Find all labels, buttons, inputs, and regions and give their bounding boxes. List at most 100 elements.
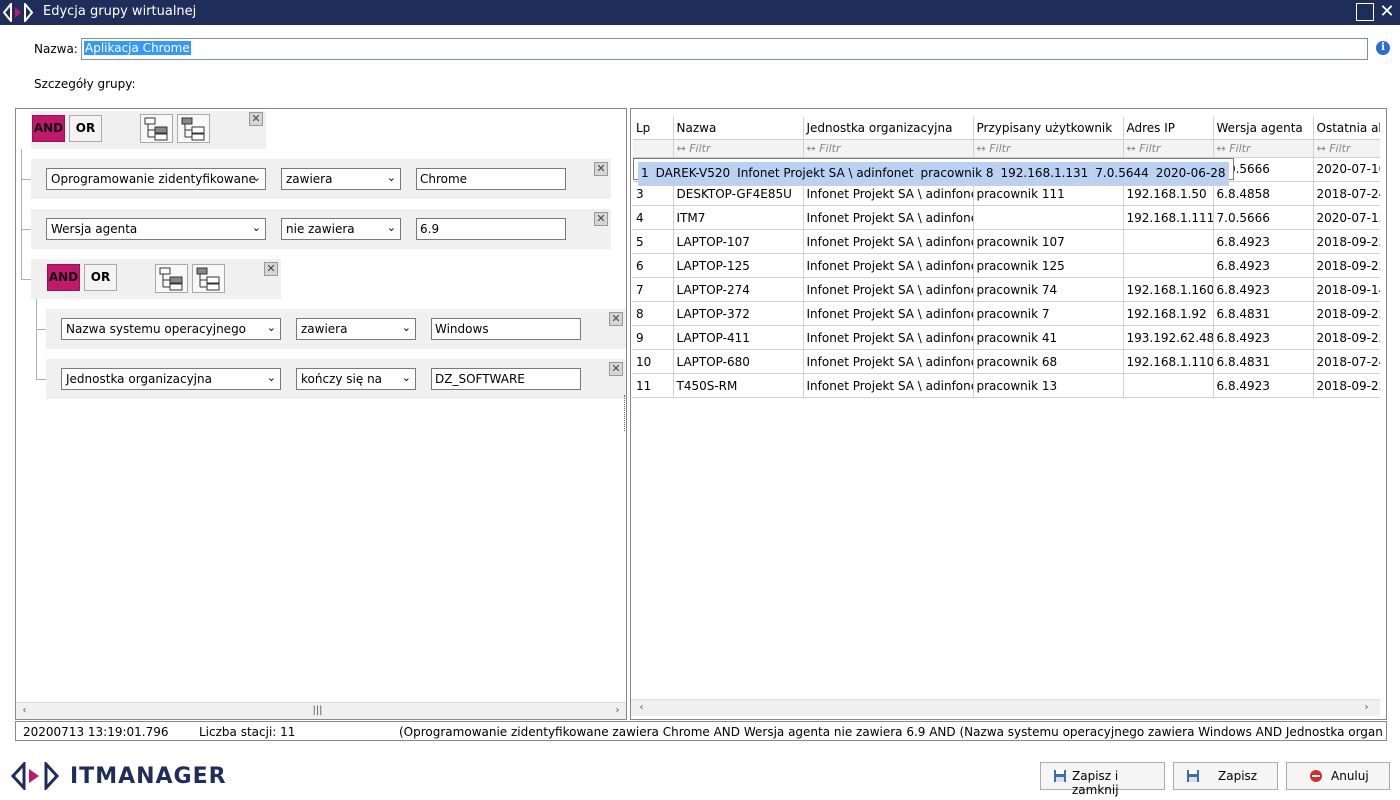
add-group-icon[interactable] (177, 114, 210, 143)
table-cell: 2018-09-14 (1313, 277, 1380, 302)
stations-grid-panel: Lp Nazwa Jednostka organizacyjna Przypisany… (630, 108, 1387, 720)
value-input[interactable]: Chrome (416, 168, 566, 190)
table-cell: 11 (633, 373, 674, 398)
chevron-down-icon: ⌄ (386, 171, 396, 184)
operator-select[interactable]: zawiera ⌄ (296, 318, 416, 340)
table-row[interactable]: 11 T450S-RM Infonet Projekt SA \ adinfonet… (633, 373, 1380, 398)
table-cell: 2020-07-13 (1313, 205, 1380, 230)
value-input[interactable]: 6.9 (416, 218, 566, 240)
column-header[interactable]: Lp (633, 117, 674, 140)
operator-select[interactable]: kończy się na ⌄ (296, 368, 416, 390)
operator-select-value: zawiera (301, 322, 348, 336)
table-row[interactable]: 1 DAREK-V520 Infonet Projekt SA \ adinfone… (633, 157, 1235, 186)
scroll-left-icon[interactable]: ‹ (633, 700, 650, 717)
field-select[interactable]: Nazwa systemu operacyjnego ⌄ (61, 318, 281, 340)
name-input-value: Aplikacja Chrome (84, 41, 191, 55)
grid-horizontal-scrollbar[interactable]: ‹ › (631, 699, 1380, 716)
table-row[interactable]: 9 LAPTOP-411 Infonet Projekt SA \ adinfone… (633, 325, 1380, 350)
table-row[interactable]: 10 LAPTOP-680 Infonet Projekt SA \ adinfon… (633, 349, 1380, 374)
scroll-left-icon[interactable]: ‹ (16, 703, 33, 720)
scroll-right-icon[interactable]: › (609, 703, 626, 720)
column-header[interactable]: Nazwa (673, 117, 804, 140)
scroll-thumb[interactable]: ||| (309, 703, 326, 720)
value-input[interactable]: Windows (431, 318, 581, 340)
subgroup-or-button[interactable]: OR (84, 264, 117, 291)
add-condition-icon[interactable] (140, 114, 173, 143)
details-label: Szczegóły grupy: (34, 77, 136, 91)
remove-condition-icon[interactable]: ✕ (609, 312, 623, 326)
value-input[interactable]: DZ_SOFTWARE (431, 368, 581, 390)
field-select[interactable]: Wersja agenta ⌄ (46, 218, 266, 240)
table-cell: 7.0.5666 (1213, 205, 1314, 230)
table-row[interactable]: 4 ITM7 Infonet Projekt SA \ adinfonet 192.1… (633, 205, 1380, 230)
field-select[interactable]: Oprogramowanie zidentyfikowane ⌄ (46, 168, 266, 190)
table-row[interactable]: 8 LAPTOP-372 Infonet Projekt SA \ adinfone… (633, 301, 1380, 326)
table-header-row: Lp Nazwa Jednostka organizacyjna Przypisany… (633, 117, 1380, 140)
window-title: Edycja grupy wirtualnej (43, 4, 197, 19)
column-header[interactable]: Ostatnia akt (1313, 117, 1380, 140)
column-header[interactable]: Adres IP (1123, 117, 1214, 140)
save-icon (1054, 770, 1066, 782)
table-cell: Infonet Projekt SA \ adinfonet (803, 253, 974, 278)
table-cell: 8 (633, 301, 674, 326)
scroll-right-icon[interactable]: › (1358, 700, 1375, 717)
remove-subgroup-icon[interactable]: ✕ (264, 262, 278, 276)
table-cell: LAPTOP-680 (673, 349, 804, 374)
table-cell: Infonet Projekt SA \ adinfonet (803, 205, 974, 230)
maximize-button[interactable] (1356, 3, 1374, 21)
column-header[interactable]: Wersja agenta (1213, 117, 1314, 140)
operator-select[interactable]: nie zawiera ⌄ (281, 218, 401, 240)
table-cell: pracownik 7 (973, 301, 1124, 326)
remove-group-icon[interactable]: ✕ (249, 112, 263, 126)
subgroup-and-button[interactable]: AND (47, 264, 80, 291)
filter-cell[interactable]: ↔ Filtr (973, 139, 1124, 158)
info-icon[interactable]: i (1376, 41, 1390, 55)
filter-cell[interactable]: ↔ Filtr (803, 139, 974, 158)
chevron-down-icon: ⌄ (386, 221, 396, 234)
table-row[interactable]: 6 LAPTOP-125 Infonet Projekt SA \ adinfone… (633, 253, 1380, 278)
filter-cell[interactable]: ↔ Filtr (673, 139, 804, 158)
save-and-close-button[interactable]: Zapisz i zamknij (1040, 762, 1165, 797)
table-row[interactable]: 7 LAPTOP-274 Infonet Projekt SA \ adinfone… (633, 277, 1380, 302)
table-cell: 7.0.5644 (1091, 161, 1153, 186)
save-button[interactable]: Zapisz (1173, 762, 1278, 790)
table-row[interactable]: 5 LAPTOP-107 Infonet Projekt SA \ adinfone… (633, 229, 1380, 254)
add-group-icon[interactable] (192, 264, 225, 293)
status-expression: (Oprogramowanie zidentyfikowane zawiera … (399, 725, 1384, 739)
cancel-icon (1310, 770, 1322, 782)
table-cell: 2018-09-25 (1313, 373, 1380, 398)
column-header[interactable]: Jednostka organizacyjna (803, 117, 974, 140)
panel-splitter[interactable] (624, 395, 627, 431)
and-button[interactable]: AND (32, 115, 65, 142)
or-button[interactable]: OR (69, 115, 102, 142)
add-condition-icon[interactable] (155, 264, 188, 293)
remove-condition-icon[interactable]: ✕ (594, 212, 608, 226)
chevron-down-icon: ⌄ (266, 371, 276, 384)
filter-placeholder: Filtr (689, 141, 711, 155)
cancel-button[interactable]: Anuluj (1286, 762, 1390, 790)
name-label: Nazwa: (34, 42, 78, 56)
table-cell: 192.168.1.110 (1123, 349, 1214, 374)
status-timestamp: 20200713 13:19:01.796 (23, 725, 169, 739)
filter-cell[interactable]: ↔ Filtr (1123, 139, 1214, 158)
close-button[interactable]: ✕ (1378, 3, 1396, 21)
table-cell: pracownik 107 (973, 229, 1124, 254)
table-cell: 7 (633, 277, 674, 302)
table-cell (1123, 373, 1214, 398)
filter-placeholder: Filtr (819, 141, 841, 155)
operator-select[interactable]: zawiera ⌄ (281, 168, 401, 190)
operator-select-value: kończy się na (301, 372, 383, 386)
column-header[interactable]: Przypisany użytkownik (973, 117, 1124, 140)
remove-condition-icon[interactable]: ✕ (594, 162, 608, 176)
field-select[interactable]: Jednostka organizacyjna ⌄ (61, 368, 281, 390)
status-bar: 20200713 13:19:01.796 Liczba stacji: 11 … (15, 721, 1387, 741)
filter-cell[interactable]: ↔ Filtr (1313, 139, 1380, 158)
save-label: Zapisz (1218, 769, 1258, 783)
filter-cell[interactable]: ↔ Filtr (1213, 139, 1314, 158)
remove-condition-icon[interactable]: ✕ (609, 362, 623, 376)
horizontal-scrollbar[interactable]: ‹ ||| › (16, 702, 626, 719)
brand-logo-icon (10, 760, 60, 792)
name-input[interactable]: Aplikacja Chrome (81, 38, 1368, 60)
filter-icon: ↔ (676, 141, 690, 155)
operator-select-value: nie zawiera (286, 222, 355, 236)
